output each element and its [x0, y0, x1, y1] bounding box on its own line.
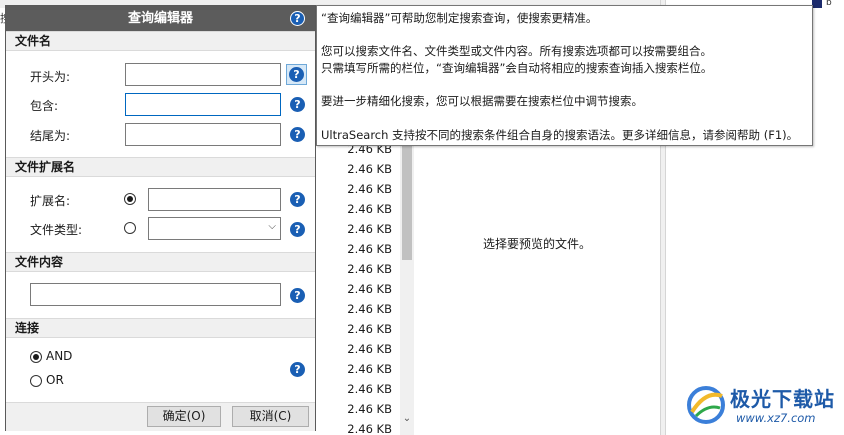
extension-input[interactable]: [148, 188, 281, 211]
connect-help-icon[interactable]: ?: [290, 362, 305, 377]
file-size-cell[interactable]: 2.46 KB: [347, 402, 392, 416]
file-size-cell[interactable]: 2.46 KB: [347, 422, 392, 435]
contains-label: 包含:: [30, 99, 59, 113]
file-size-cell[interactable]: 2.46 KB: [347, 322, 392, 336]
file-size-cell[interactable]: 2.46 KB: [347, 242, 392, 256]
help-tooltip: “查询编辑器”可帮助您制定搜索查询，使搜索更精准。 您可以搜索文件名、文件类型或…: [316, 5, 813, 146]
tooltip-line: 只需填写所需的栏位，“查询编辑器”会自动将相应的搜索查询插入搜索栏位。: [321, 61, 713, 75]
section-extension: 文件扩展名: [6, 157, 315, 177]
file-type-label: 文件类型:: [30, 223, 83, 237]
content-input[interactable]: [30, 283, 281, 306]
or-label[interactable]: OR: [46, 373, 64, 387]
extension-label: 扩展名:: [30, 194, 71, 208]
section-filename: 文件名: [6, 31, 315, 51]
cancel-button[interactable]: 取消(C): [232, 406, 309, 427]
watermark: 极光下载站 www.xz7.com: [684, 382, 840, 432]
dialog-button-bar: 确定(O) 取消(C): [6, 402, 315, 431]
tooltip-line: 要进一步精细化搜索，您可以根据需要在搜索栏位中调节搜索。: [321, 94, 643, 108]
file-list-scrollbar[interactable]: ⌄: [400, 140, 414, 435]
watermark-site-name: 极光下载站: [730, 387, 835, 411]
contains-input[interactable]: [125, 93, 281, 116]
file-size-cell[interactable]: 2.46 KB: [347, 162, 392, 176]
starts-with-label: 开头为:: [30, 70, 71, 84]
toolbar-letter: b: [826, 0, 832, 8]
section-connect: 连接: [6, 318, 315, 338]
and-radio[interactable]: [30, 351, 42, 363]
scrollbar-thumb[interactable]: [402, 142, 412, 260]
file-size-cell[interactable]: 2.46 KB: [347, 222, 392, 236]
extension-radio[interactable]: [124, 193, 136, 205]
file-size-cell[interactable]: 2.46 KB: [347, 262, 392, 276]
title-help-icon[interactable]: ?: [290, 11, 305, 26]
and-label[interactable]: AND: [46, 349, 72, 363]
section-content: 文件内容: [6, 252, 315, 272]
tooltip-line: 您可以搜索文件名、文件类型或文件内容。所有搜索选项都可以按需要组合。: [321, 44, 712, 58]
ends-with-input[interactable]: [125, 123, 281, 146]
file-size-column[interactable]: 2.46 KB 2.46 KB 2.46 KB 2.46 KB 2.46 KB 2.46 …: [315, 140, 400, 435]
or-radio[interactable]: [30, 375, 42, 387]
contains-help-icon[interactable]: ?: [290, 97, 305, 112]
starts-with-help-icon[interactable]: ?: [289, 67, 304, 82]
file-size-cell[interactable]: 2.46 KB: [347, 342, 392, 356]
dialog-title: 查询编辑器: [6, 6, 315, 31]
file-size-cell[interactable]: 2.46 KB: [347, 382, 392, 396]
toolbar-color-icon[interactable]: [812, 0, 822, 8]
toolbar-fragment: b: [812, 0, 844, 8]
ends-with-help-icon[interactable]: ?: [290, 127, 305, 142]
chevron-down-icon[interactable]: ⌵: [268, 221, 276, 232]
ok-button[interactable]: 确定(O): [147, 406, 221, 427]
file-type-help-icon[interactable]: ?: [290, 222, 305, 237]
starts-with-input[interactable]: [125, 63, 281, 86]
file-type-radio[interactable]: [124, 222, 136, 234]
extension-help-icon[interactable]: ?: [290, 192, 305, 207]
ends-with-label: 结尾为:: [30, 129, 71, 143]
tooltip-line: “查询编辑器”可帮助您制定搜索查询，使搜索更精准。: [321, 11, 598, 25]
watermark-url: www.xz7.com: [736, 411, 816, 425]
file-size-cell[interactable]: 2.46 KB: [347, 362, 392, 376]
content-help-icon[interactable]: ?: [290, 288, 305, 303]
file-size-cell[interactable]: 2.46 KB: [347, 182, 392, 196]
preview-message: 选择要预览的文件。: [482, 237, 591, 251]
preview-pane: 选择要预览的文件。: [414, 140, 660, 435]
file-size-cell[interactable]: 2.46 KB: [347, 202, 392, 216]
file-type-select[interactable]: ⌵: [148, 217, 281, 240]
aurora-logo-icon: [687, 386, 725, 424]
tooltip-line: UltraSearch 支持按不同的搜索条件组合自身的搜索语法。更多详细信息，请…: [321, 128, 799, 142]
file-size-cell[interactable]: 2.46 KB: [347, 302, 392, 316]
scroll-down-arrow-icon[interactable]: ⌄: [400, 413, 414, 425]
file-size-cell[interactable]: 2.46 KB: [347, 282, 392, 296]
query-editor-dialog: 查询编辑器 ? 文件名 开头为: ? 包含: ? 结尾为: ? 文件扩展名 扩展…: [5, 5, 316, 431]
